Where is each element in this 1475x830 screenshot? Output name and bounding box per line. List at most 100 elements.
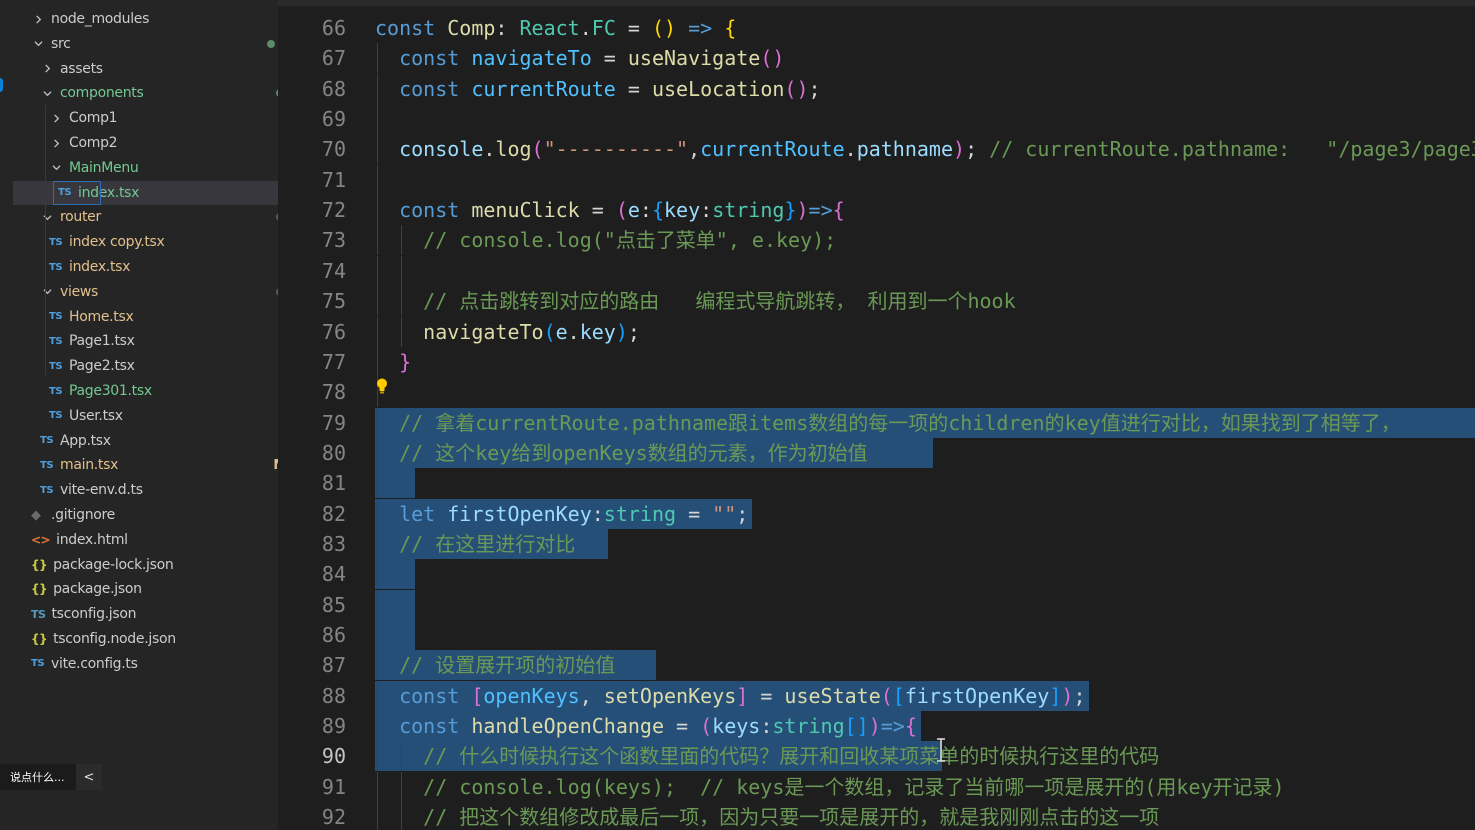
- chevron-right-icon[interactable]: [49, 114, 63, 123]
- collapse-chevron-button[interactable]: <: [76, 764, 102, 790]
- code-line[interactable]: 72 const menuClick = (e:{key:string})=>{: [278, 195, 1475, 226]
- indent-guide: [401, 802, 403, 830]
- code-line[interactable]: 66 const Comp: React.FC = () => {: [278, 13, 1475, 43]
- file-item[interactable]: {} tsconfig.node.json: [13, 627, 278, 651]
- indent-guide: [377, 802, 378, 830]
- folder-item[interactable]: assets: [13, 57, 278, 81]
- code-line[interactable]: 80 // 这个key给到openKeys数组的元素，作为初始值: [278, 437, 1475, 468]
- file-item[interactable]: TSHome.tsxM: [13, 305, 278, 329]
- code-text: const currentRoute = useLocation();: [399, 74, 820, 104]
- code-text: }: [399, 347, 411, 377]
- file-item[interactable]: {} package-lock.json: [13, 553, 278, 577]
- file-item[interactable]: TS tsconfig.json: [13, 602, 278, 626]
- folder-item[interactable]: Comp1: [13, 106, 278, 130]
- file-item[interactable]: TSmain.tsxM: [13, 453, 278, 477]
- code-line[interactable]: 68 const currentRoute = useLocation();: [278, 73, 1475, 104]
- code-token: openKeys: [483, 683, 580, 708]
- tree-item-label: views: [60, 283, 99, 300]
- code-line[interactable]: 85: [278, 589, 1475, 620]
- code-token: currentRoute: [471, 76, 616, 101]
- file-item[interactable]: <> index.html: [13, 528, 278, 552]
- code-line[interactable]: 77}: [278, 346, 1475, 377]
- code-text: // 什么时候执行这个函数里面的代码？展开和回收某项菜单的时候执行这里的代码: [423, 741, 1159, 771]
- code-token: {: [651, 198, 665, 223]
- file-item[interactable]: TSindex.tsxU: [13, 180, 278, 205]
- line-number: 73: [321, 228, 346, 253]
- code-line[interactable]: 92 // 把这个数组修改成最后一项，因为只要一项是展开的，就是我刚刚点击的这一项: [278, 802, 1475, 830]
- file-item[interactable]: TS Page2.tsx: [13, 354, 278, 378]
- chevron-right-icon[interactable]: [49, 138, 63, 148]
- code-token: =>: [808, 198, 833, 223]
- chevron-down-icon[interactable]: [49, 163, 63, 172]
- line-number: 86: [321, 623, 346, 647]
- chevron-down-icon[interactable]: [40, 213, 54, 222]
- folder-item[interactable]: src: [13, 32, 278, 56]
- line-number: 68: [321, 76, 346, 101]
- code-line[interactable]: 90 // 什么时候执行这个函数里面的代码？展开和回收某项菜单的时候执行这里的代码: [278, 741, 1475, 772]
- ts-file-icon: TS: [49, 360, 63, 372]
- chevron-right-icon[interactable]: [31, 14, 45, 24]
- code-line[interactable]: 91 // console.log(keys); // keys是一个数组，记录了…: [278, 771, 1475, 802]
- code-token: currentRoute: [700, 137, 845, 162]
- code-token: // console.log("点击了菜单", e.key);: [423, 228, 837, 253]
- code-token: }: [784, 198, 797, 223]
- lightbulb-icon[interactable]: [375, 377, 389, 395]
- folder-item[interactable]: MainMenu: [13, 156, 278, 180]
- file-item[interactable]: TSPage301.tsxU: [13, 379, 278, 403]
- tree-item-label: assets: [60, 60, 103, 77]
- chevron-down-icon[interactable]: [31, 39, 45, 48]
- file-item[interactable]: ◆ .gitignore: [13, 503, 278, 527]
- file-item[interactable]: TSindex.tsxM: [13, 255, 278, 279]
- code-line[interactable]: 78: [278, 377, 1475, 408]
- folder-item[interactable]: views: [13, 280, 278, 304]
- code-line[interactable]: 84: [278, 559, 1475, 590]
- code-line[interactable]: 89 const handleOpenChange = (keys:string[…: [278, 711, 1475, 742]
- folder-item[interactable]: node_modules: [13, 7, 278, 31]
- tree-item-label: package-lock.json: [53, 556, 174, 573]
- code-line[interactable]: 87 // 设置展开项的初始值: [278, 650, 1475, 681]
- chevron-right-icon[interactable]: [40, 64, 54, 73]
- folder-item[interactable]: router: [13, 205, 278, 229]
- code-line[interactable]: 76 navigateTo(e.key);: [278, 316, 1475, 347]
- file-item[interactable]: TS App.tsx: [13, 429, 278, 453]
- ts-file-icon: TS: [40, 484, 54, 496]
- indent-guide: [377, 468, 378, 499]
- code-line[interactable]: 74: [278, 255, 1475, 286]
- code-line[interactable]: 83 // 在这里进行对比: [278, 528, 1475, 559]
- folder-item[interactable]: Comp2: [13, 131, 278, 155]
- git-file-icon: ◆: [31, 507, 41, 523]
- code-line[interactable]: 73 // console.log("点击了菜单", e.key);: [278, 225, 1475, 256]
- line-number: 82: [321, 501, 346, 526]
- code-token: .: [844, 137, 857, 162]
- code-line[interactable]: 67 const navigateTo = useNavigate(): [278, 43, 1475, 74]
- code-line[interactable]: 79 // 拿着currentRoute.pathname跟items数组的每一项…: [278, 407, 1475, 438]
- file-item[interactable]: TSindex copy.tsxM: [13, 230, 278, 254]
- file-item[interactable]: TS vite.config.ts: [13, 652, 278, 676]
- code-token: }: [399, 349, 412, 374]
- code-line[interactable]: 71: [278, 164, 1475, 195]
- chevron-down-icon[interactable]: [40, 89, 54, 98]
- comment-input-toast[interactable]: 说点什么...: [0, 764, 88, 790]
- code-token: key: [579, 319, 616, 344]
- code-line[interactable]: 81: [278, 468, 1475, 499]
- file-item[interactable]: {} package.json: [13, 577, 278, 601]
- code-token: navigateTo: [471, 46, 592, 71]
- code-line[interactable]: 86: [278, 620, 1475, 650]
- line-number: 89: [321, 714, 346, 739]
- code-token: FC: [591, 16, 616, 40]
- code-line[interactable]: 70 console.log("----------",currentRoute.…: [278, 134, 1475, 165]
- file-item[interactable]: TS vite-env.d.ts: [13, 478, 278, 502]
- line-number: 87: [321, 653, 346, 678]
- code-token: // 在这里进行对比: [399, 531, 576, 556]
- code-line[interactable]: 69: [278, 104, 1475, 135]
- indent-guide: [401, 255, 403, 286]
- folder-item[interactable]: components: [13, 81, 278, 105]
- code-editor[interactable]: 66 const Comp: React.FC = () => {67 const …: [278, 0, 1475, 830]
- code-line[interactable]: 82 let firstOpenKey:string = "";: [278, 498, 1475, 529]
- chevron-down-icon[interactable]: [40, 287, 54, 296]
- file-item[interactable]: TS Page1.tsx: [13, 329, 278, 353]
- code-line[interactable]: 88 const [openKeys, setOpenKeys] = useSta…: [278, 680, 1475, 711]
- code-line[interactable]: 75 // 点击跳转到对应的路由 编程式导航跳转， 利用到一个hook: [278, 286, 1475, 317]
- code-token: :: [591, 501, 604, 526]
- file-item[interactable]: TS User.tsx: [13, 404, 278, 428]
